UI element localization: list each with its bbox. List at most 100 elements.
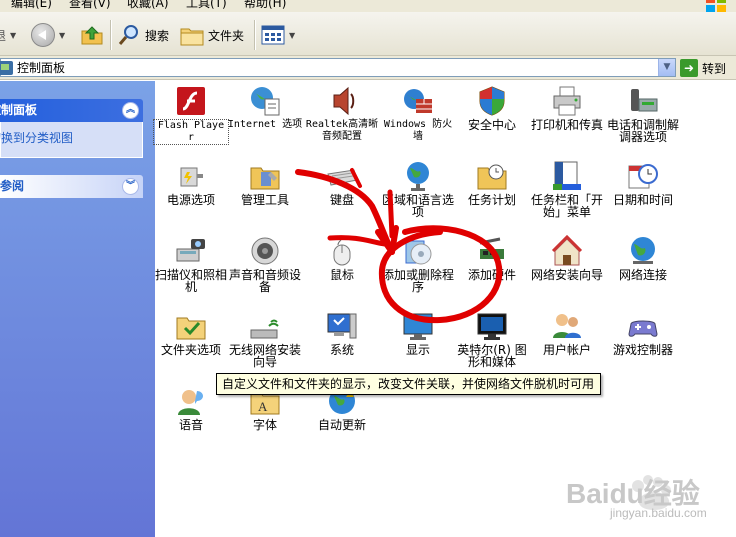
- add-hardware-icon: [476, 235, 508, 267]
- item-internet-options[interactable]: Internet 选项: [227, 85, 303, 131]
- item-regional-language[interactable]: 区域和语言选项: [380, 160, 456, 218]
- item-admin-tools[interactable]: 管理工具: [227, 160, 303, 206]
- task-pane-header[interactable]: 控制面板 ︽: [0, 99, 143, 122]
- item-taskbar-start-menu[interactable]: 任务栏和「开始」菜单: [529, 160, 605, 218]
- item-add-hardware[interactable]: 添加硬件: [454, 235, 530, 281]
- item-label: 日期和时间: [612, 193, 673, 207]
- address-bar: 控制面板 ▼ ➜ 转到: [0, 56, 736, 80]
- item-label: 安全中心: [467, 118, 516, 132]
- intel-graphics-icon: [476, 310, 508, 342]
- item-label: 键盘: [329, 193, 354, 207]
- item-intel-graphics[interactable]: 英特尔(R) 图形和媒体: [454, 310, 530, 368]
- collapse-up-icon[interactable]: ︽: [122, 102, 139, 119]
- item-label: 网络连接: [618, 268, 667, 282]
- menu-view[interactable]: 查看(V): [69, 0, 111, 10]
- task-pane-title: 控制面板: [0, 103, 38, 117]
- address-input[interactable]: 控制面板 ▼: [0, 58, 676, 77]
- item-user-accounts[interactable]: 用户帐户: [529, 310, 605, 356]
- task-pane: 控制面板 ︽ 切换到分类视图 另请参阅 ︾: [0, 81, 155, 537]
- item-realtek-audio[interactable]: Realtek高清晰音频配置: [304, 85, 380, 143]
- menu-tools[interactable]: 工具(T): [186, 0, 227, 10]
- forward-button[interactable]: ▼: [31, 20, 65, 50]
- task-pane-body: 切换到分类视图: [0, 122, 143, 158]
- network-setup-icon: [551, 234, 583, 267]
- item-network-setup-wizard[interactable]: 网络安装向导: [529, 234, 605, 282]
- folders-label: 文件夹: [208, 28, 245, 43]
- expand-down-icon[interactable]: ︾: [122, 178, 139, 195]
- scheduled-tasks-icon: [476, 160, 508, 192]
- up-folder-button[interactable]: [80, 20, 104, 50]
- go-label: 转到: [702, 61, 727, 76]
- search-button[interactable]: 搜索: [117, 20, 169, 50]
- toolbar-separator: [254, 20, 255, 50]
- forward-arrow-icon: [31, 23, 55, 47]
- game-controller-icon: [627, 310, 659, 342]
- tooltip: 自定义文件和文件夹的显示，改变文件关联，并使网络文件脱机时可用: [216, 373, 601, 395]
- item-label: 语音: [178, 418, 203, 432]
- item-windows-firewall[interactable]: Windows 防火墙: [380, 85, 456, 143]
- item-label: 无线网络安装向导: [228, 343, 301, 369]
- item-label: Flash Player: [153, 119, 229, 145]
- printer-icon: [551, 85, 583, 117]
- see-also-title: 另请参阅: [0, 179, 25, 193]
- item-scheduled-tasks[interactable]: 任务计划: [454, 160, 530, 206]
- chevron-down-icon: ▼: [289, 30, 296, 40]
- control-panel-icon: [0, 60, 13, 75]
- go-button[interactable]: ➜ 转到: [680, 58, 726, 78]
- sound-icon: [249, 235, 281, 267]
- globe-icon: [402, 160, 434, 192]
- folders-button[interactable]: 文件夹: [180, 20, 244, 50]
- item-label: 英特尔(R) 图形和媒体: [457, 343, 527, 369]
- item-date-time[interactable]: 日期和时间: [605, 160, 681, 206]
- item-system[interactable]: 系统: [304, 310, 380, 356]
- toolbar-separator: [110, 20, 111, 50]
- back-button[interactable]: 退 ▼: [0, 20, 16, 50]
- item-label: 用户帐户: [542, 343, 591, 357]
- see-also-header[interactable]: 另请参阅 ︾: [0, 175, 143, 198]
- item-mouse[interactable]: 鼠标: [304, 235, 380, 281]
- menu-edit[interactable]: 编辑(E): [11, 0, 52, 10]
- item-folder-options[interactable]: 文件夹选项: [153, 310, 229, 356]
- item-label: 任务栏和「开始」菜单: [530, 193, 603, 219]
- item-printers-faxes[interactable]: 打印机和传真: [529, 85, 605, 131]
- speaker-icon: [326, 85, 358, 117]
- item-wireless-setup[interactable]: 无线网络安装向导: [227, 310, 303, 368]
- item-keyboard[interactable]: 键盘: [304, 160, 380, 206]
- item-label: Internet 选项: [227, 119, 303, 130]
- address-dropdown-button[interactable]: ▼: [658, 59, 675, 76]
- item-label: Windows 防火墙: [383, 119, 453, 142]
- views-icon: [261, 25, 285, 45]
- item-label: 显示: [405, 343, 430, 357]
- switch-category-view-link[interactable]: 切换到分类视图: [0, 129, 73, 146]
- item-label: 管理工具: [240, 193, 289, 207]
- system-icon: [326, 310, 358, 342]
- speech-icon: [175, 385, 207, 417]
- item-security-center[interactable]: 安全中心: [454, 85, 530, 131]
- item-add-remove-programs[interactable]: 添加或删除程序: [380, 235, 456, 293]
- item-label: 字体: [252, 418, 277, 432]
- taskbar-icon: [551, 160, 583, 192]
- up-folder-icon: [81, 26, 103, 45]
- item-phone-modem[interactable]: 电话和调制解调器选项: [605, 85, 681, 143]
- folder-icon: [180, 28, 204, 46]
- folder-options-icon: [175, 310, 207, 342]
- item-label: 文件夹选项: [160, 343, 221, 357]
- item-network-connections[interactable]: 网络连接: [605, 235, 681, 281]
- firewall-icon: [402, 85, 434, 117]
- item-scanners-cameras[interactable]: 扫描仪和照相机: [153, 235, 229, 293]
- item-display[interactable]: 显示: [380, 310, 456, 356]
- display-icon: [402, 310, 434, 342]
- item-label: 鼠标: [329, 268, 354, 282]
- internet-options-icon: [249, 85, 281, 117]
- item-flash-player[interactable]: Flash Player: [153, 85, 229, 145]
- views-button[interactable]: ▼: [261, 20, 295, 50]
- item-game-controllers[interactable]: 游戏控制器: [605, 310, 681, 356]
- address-value: 控制面板: [17, 61, 66, 75]
- item-label: 系统: [329, 343, 354, 357]
- menu-favorites[interactable]: 收藏(A): [127, 0, 169, 10]
- item-sound-audio[interactable]: 声音和音频设备: [227, 235, 303, 293]
- power-icon: [175, 160, 207, 192]
- item-power-options[interactable]: 电源选项: [153, 160, 229, 206]
- item-label: 网络安装向导: [530, 268, 603, 282]
- menu-help[interactable]: 帮助(H): [244, 0, 286, 10]
